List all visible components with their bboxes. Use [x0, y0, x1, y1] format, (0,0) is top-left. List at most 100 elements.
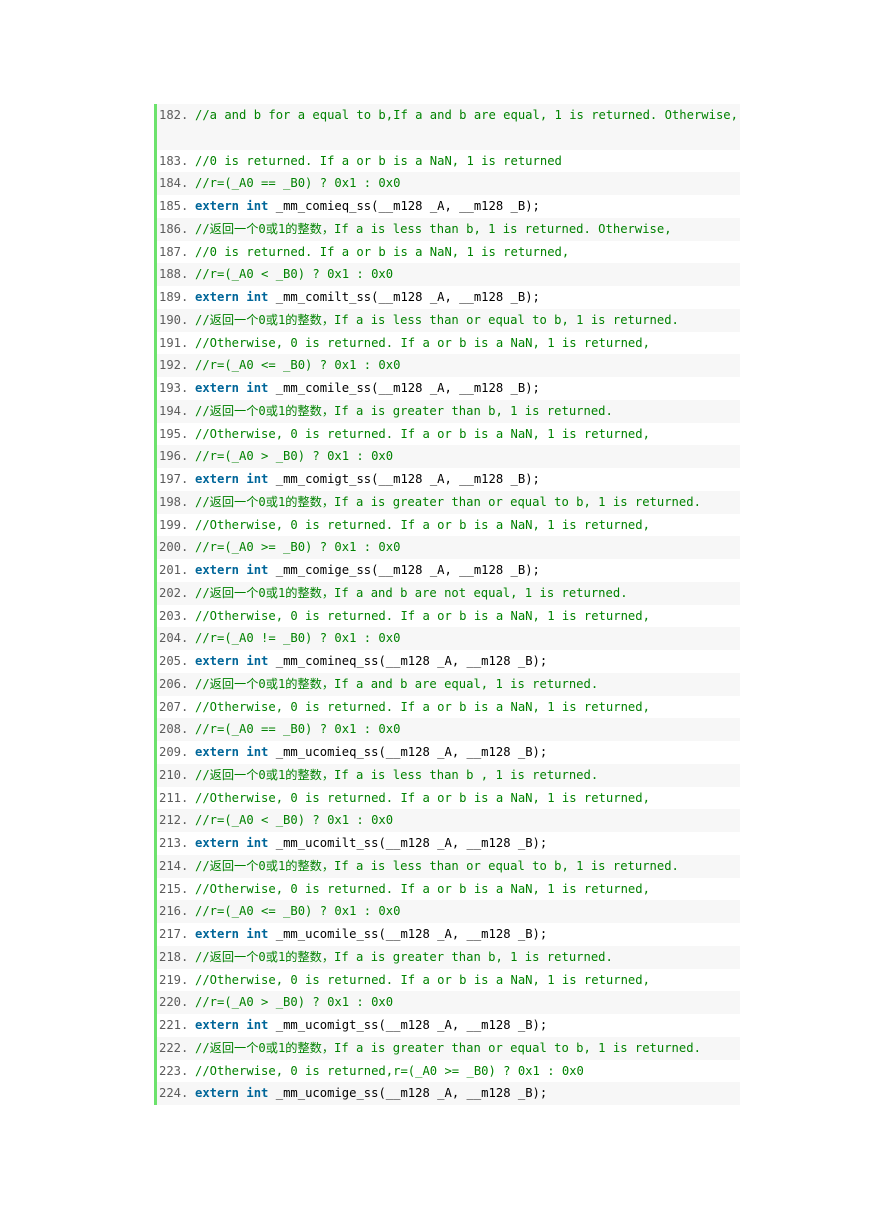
keyword-token: int	[246, 1018, 269, 1032]
code-line: 213. extern int _mm_ucomilt_ss(__m128 _A,…	[157, 832, 740, 855]
comment-token: //r=(_A0 <= _B0) ? 0x1 : 0x0	[195, 358, 401, 373]
line-number: 191.	[159, 335, 189, 350]
line-number: 223.	[159, 1063, 189, 1078]
keyword-token: extern	[195, 654, 240, 668]
line-number: 197.	[159, 472, 189, 486]
code-text: //Otherwise, 0 is returned. If a or b is…	[195, 423, 650, 446]
code-line: 201. extern int _mm_comige_ss(__m128 _A, …	[157, 559, 740, 582]
code-text: extern int _mm_comige_ss(__m128 _A, __m1…	[195, 559, 540, 582]
line-number: 199.	[159, 517, 189, 532]
line-number: 210.	[159, 767, 189, 782]
code-line: 193. extern int _mm_comile_ss(__m128 _A, …	[157, 377, 740, 400]
comment-token: //0 is returned. If a or b is a NaN, 1 i…	[195, 153, 562, 168]
comment-token: //r=(_A0 < _B0) ? 0x1 : 0x0	[195, 267, 394, 282]
code-text: //Otherwise, 0 is returned. If a or b is…	[195, 878, 650, 901]
line-number: 192.	[159, 358, 189, 373]
line-number: 185.	[159, 199, 189, 213]
keyword-token: int	[246, 381, 269, 395]
line-number: 215.	[159, 881, 189, 896]
code-text: //a and b for a equal to b,If a and b ar…	[195, 104, 738, 127]
code-text: //Otherwise, 0 is returned. If a or b is…	[195, 969, 650, 992]
code-text: extern int _mm_ucomilt_ss(__m128 _A, __m…	[195, 832, 547, 855]
line-number: 205.	[159, 654, 189, 668]
comment-token: //返回一个0或1的整数，If a is greater than b, 1 i…	[195, 949, 613, 964]
code-token: _mm_ucomigt_ss(__m128 _A, __m128 _B);	[268, 1018, 548, 1032]
comment-token: //0 is returned. If a or b is a NaN, 1 i…	[195, 244, 570, 259]
code-line: 220. //r=(_A0 > _B0) ? 0x1 : 0x0	[157, 991, 740, 1014]
code-token: _mm_comile_ss(__m128 _A, __m128 _B);	[268, 381, 540, 395]
code-line: 190. //返回一个0或1的整数，If a is less than or eq…	[157, 308, 740, 332]
code-line: 210. //返回一个0或1的整数，If a is less than b , 1…	[157, 763, 740, 787]
comment-token: //返回一个0或1的整数，If a is less than or equal …	[195, 312, 679, 327]
comment-token: //Otherwise, 0 is returned. If a or b is…	[195, 335, 650, 350]
code-text: extern int _mm_comineq_ss(__m128 _A, __m…	[195, 650, 547, 673]
keyword-token: int	[246, 836, 269, 850]
line-number: 204.	[159, 631, 189, 646]
line-number: 222.	[159, 1040, 189, 1055]
line-number: 196.	[159, 449, 189, 464]
line-number: 218.	[159, 949, 189, 964]
code-text: //返回一个0或1的整数，If a is greater than or equ…	[195, 491, 701, 514]
code-text: //r=(_A0 == _B0) ? 0x1 : 0x0	[195, 718, 400, 741]
comment-token: //r=(_A0 == _B0) ? 0x1 : 0x0	[195, 722, 401, 737]
code-token: _mm_comilt_ss(__m128 _A, __m128 _B);	[268, 290, 540, 304]
code-line: 208. //r=(_A0 == _B0) ? 0x1 : 0x0	[157, 718, 740, 741]
code-text: //返回一个0或1的整数，If a is less than b , 1 is …	[195, 764, 598, 787]
keyword-token: int	[246, 563, 269, 577]
code-text: extern int _mm_ucomieq_ss(__m128 _A, __m…	[195, 741, 547, 764]
code-token: _mm_comigt_ss(__m128 _A, __m128 _B);	[268, 472, 540, 486]
keyword-token: int	[246, 472, 269, 486]
line-number: 201.	[159, 563, 189, 577]
code-text: //返回一个0或1的整数，If a is less than b, 1 is r…	[195, 218, 672, 241]
comment-token: //r=(_A0 > _B0) ? 0x1 : 0x0	[195, 995, 394, 1010]
keyword-token: int	[246, 1086, 269, 1101]
code-token: _mm_comineq_ss(__m128 _A, __m128 _B);	[268, 654, 548, 668]
code-line: 187. //0 is returned. If a or b is a NaN,…	[157, 240, 740, 264]
code-line: 199. //Otherwise, 0 is returned. If a or …	[157, 513, 740, 537]
code-line: 188. //r=(_A0 < _B0) ? 0x1 : 0x0	[157, 263, 740, 286]
keyword-token: int	[246, 927, 269, 941]
comment-token: //返回一个0或1的整数，If a and b are equal, 1 is …	[195, 676, 599, 691]
code-line: 185. extern int _mm_comieq_ss(__m128 _A, …	[157, 195, 740, 218]
code-line: 184. //r=(_A0 == _B0) ? 0x1 : 0x0	[157, 172, 740, 195]
code-line: 197. extern int _mm_comigt_ss(__m128 _A, …	[157, 468, 740, 491]
code-text: //Otherwise, 0 is returned,r=(_A0 >= _B0…	[195, 1060, 584, 1083]
comment-token: //返回一个0或1的整数，If a is less than or equal …	[195, 858, 679, 873]
comment-token: //Otherwise, 0 is returned. If a or b is…	[195, 790, 650, 805]
keyword-token: extern	[195, 472, 240, 486]
line-number: 213.	[159, 836, 189, 850]
code-text: extern int _mm_comigt_ss(__m128 _A, __m1…	[195, 468, 540, 491]
code-text: //r=(_A0 != _B0) ? 0x1 : 0x0	[195, 627, 400, 650]
line-number: 189.	[159, 290, 189, 304]
comment-token: //Otherwise, 0 is returned. If a or b is…	[195, 972, 650, 987]
keyword-token: int	[246, 745, 269, 759]
code-text: //返回一个0或1的整数，If a and b are equal, 1 is …	[195, 673, 598, 696]
code-token: _mm_ucomieq_ss(__m128 _A, __m128 _B);	[268, 745, 548, 759]
code-text: //Otherwise, 0 is returned. If a or b is…	[195, 514, 650, 537]
line-number: 206.	[159, 676, 189, 691]
code-line: 221. extern int _mm_ucomigt_ss(__m128 _A,…	[157, 1014, 740, 1037]
line-number: 208.	[159, 722, 189, 737]
code-text: //0 is returned. If a or b is a NaN, 1 i…	[195, 150, 562, 173]
line-number: 221.	[159, 1018, 189, 1032]
code-text: //0 is returned. If a or b is a NaN, 1 i…	[195, 241, 569, 264]
line-number: 195.	[159, 426, 189, 441]
line-number: 220.	[159, 995, 189, 1010]
line-number: 183.	[159, 153, 189, 168]
code-text: //r=(_A0 < _B0) ? 0x1 : 0x0	[195, 809, 393, 832]
code-token: _mm_ucomige_ss(__m128 _A, __m128 _B);	[268, 1086, 548, 1101]
keyword-token: extern	[195, 381, 240, 395]
code-line: 212. //r=(_A0 < _B0) ? 0x1 : 0x0	[157, 809, 740, 832]
code-text: extern int _mm_comieq_ss(__m128 _A, __m1…	[195, 195, 540, 218]
code-token: _mm_comige_ss(__m128 _A, __m128 _B);	[268, 563, 540, 577]
code-line: 211. //Otherwise, 0 is returned. If a or …	[157, 786, 740, 810]
code-text: //Otherwise, 0 is returned. If a or b is…	[195, 696, 650, 719]
keyword-token: extern	[195, 199, 240, 213]
code-text: //返回一个0或1的整数，If a is greater than or equ…	[195, 1037, 701, 1060]
code-line: 203. //Otherwise, 0 is returned. If a or …	[157, 604, 740, 628]
comment-token: //返回一个0或1的整数，If a is greater than b, 1 i…	[195, 403, 613, 418]
line-number: 200.	[159, 540, 189, 555]
code-line: 202. //返回一个0或1的整数，If a and b are not equa…	[157, 581, 740, 605]
keyword-token: int	[246, 199, 269, 213]
comment-token: //r=(_A0 > _B0) ? 0x1 : 0x0	[195, 449, 394, 464]
